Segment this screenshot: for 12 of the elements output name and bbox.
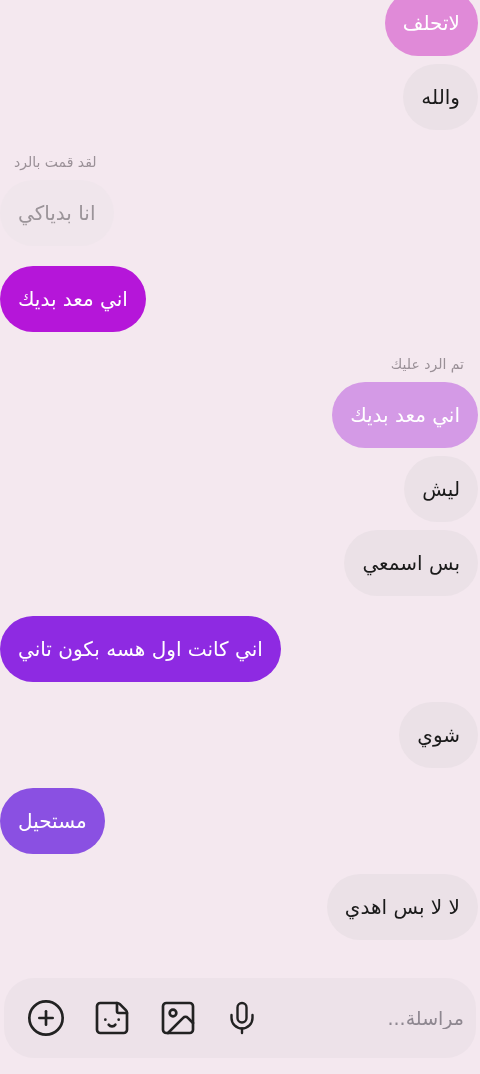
sent-message[interactable]: اني معد بديك: [0, 266, 146, 332]
received-message[interactable]: ليش: [404, 456, 478, 522]
received-message[interactable]: لا لا بس اهدي: [326, 874, 478, 940]
add-icon[interactable]: [26, 998, 66, 1038]
reply-label: تم الرد عليك: [390, 356, 465, 372]
reply-label: لقد قمت بالرد: [13, 154, 97, 170]
message-input[interactable]: مراسلة...: [286, 1006, 466, 1030]
received-message[interactable]: والله: [403, 64, 478, 130]
sent-message[interactable]: اني كانت اول هسه بكون تاني: [0, 616, 281, 682]
sent-message[interactable]: مستحيل: [0, 788, 105, 854]
received-message[interactable]: بس اسمعي: [344, 530, 478, 596]
received-message[interactable]: شوي: [399, 702, 478, 768]
